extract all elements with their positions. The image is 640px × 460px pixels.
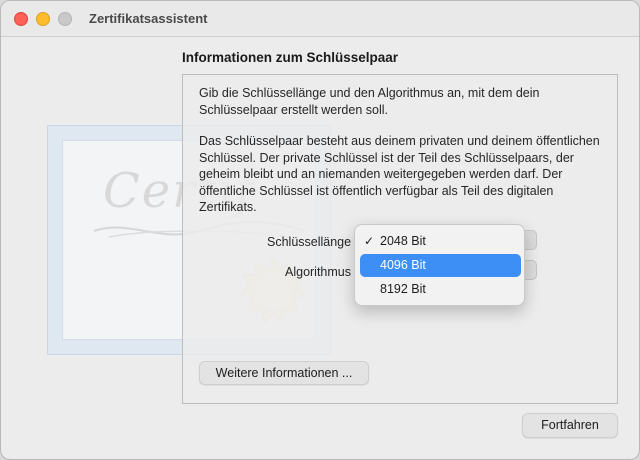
instruction-text: Gib die Schlüssellänge und den Algorithm… — [199, 86, 540, 117]
key-length-label: Schlüssellänge — [267, 235, 352, 249]
menu-item-2048[interactable]: ✓ 2048 Bit — [360, 230, 521, 253]
window-title: Zertifikatsassistent — [89, 11, 208, 26]
explanation-text: Das Schlüsselpaar besteht aus deinem pri… — [199, 134, 600, 214]
algorithm-label: Algorithmus — [285, 265, 351, 279]
zoom-window-button[interactable] — [58, 12, 72, 26]
menu-item-label: 2048 Bit — [380, 234, 426, 248]
section-heading: Informationen zum Schlüsselpaar — [182, 50, 399, 65]
checkmark-icon: ✓ — [364, 234, 375, 248]
title-bar: Zertifikatsassistent — [1, 1, 639, 37]
close-window-button[interactable] — [14, 12, 28, 26]
certificate-assistant-window: Zertifikatsassistent Certif Informatione… — [0, 0, 640, 460]
menu-item-4096[interactable]: 4096 Bit — [360, 254, 521, 277]
menu-item-label: 4096 Bit — [380, 258, 426, 272]
key-length-dropdown-menu: ✓ 2048 Bit 4096 Bit 8192 Bit — [354, 224, 525, 306]
continue-button[interactable]: Fortfahren — [522, 413, 618, 438]
menu-item-label: 8192 Bit — [380, 282, 426, 296]
menu-item-8192[interactable]: 8192 Bit — [360, 278, 521, 301]
minimize-window-button[interactable] — [36, 12, 50, 26]
more-info-button[interactable]: Weitere Informationen ... — [199, 361, 369, 385]
